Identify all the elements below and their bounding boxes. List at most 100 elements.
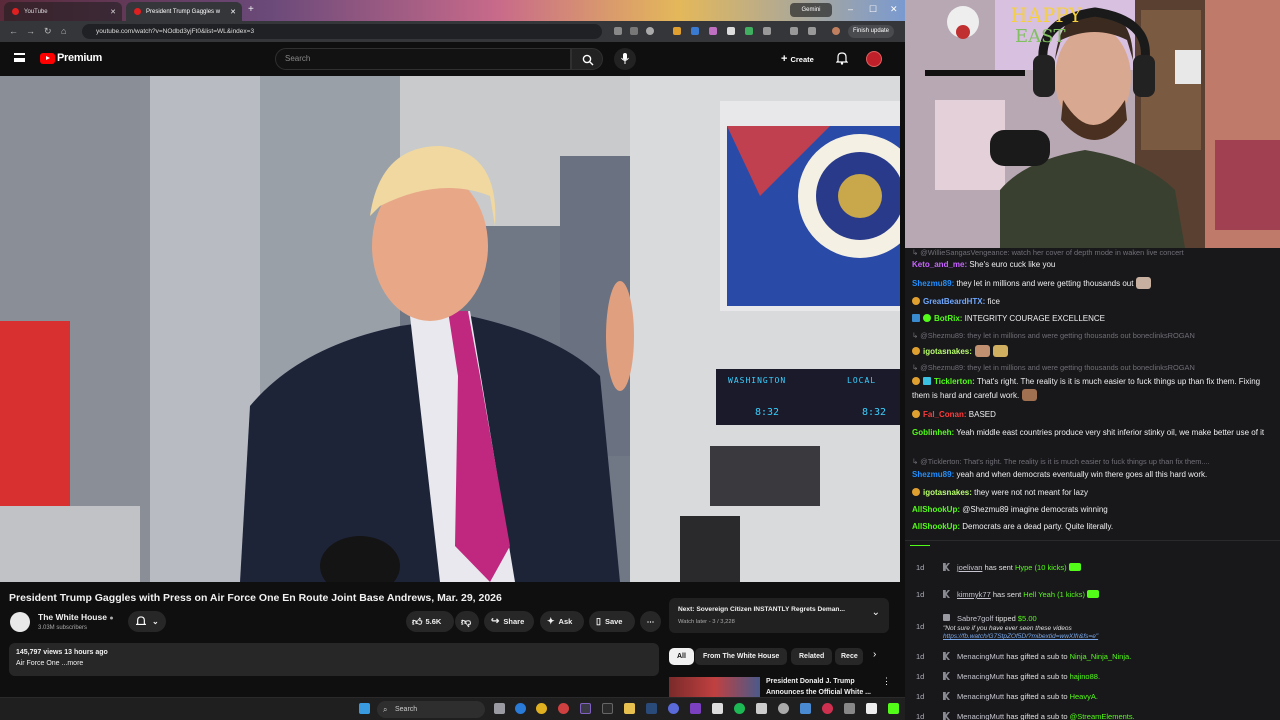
chips-next-chevron-icon[interactable]: › — [873, 649, 876, 660]
plus-icon: + — [781, 53, 788, 65]
chat-username[interactable]: GreatBeardHTX: — [923, 297, 985, 306]
event-age: 1d — [916, 692, 925, 701]
browser-tab-bar: YouTube ✕ President Trump Gaggles w ✕ + … — [0, 0, 905, 21]
voice-search-button[interactable] — [614, 48, 636, 70]
chip-recent[interactable]: Rece — [835, 648, 863, 665]
finish-update-button[interactable]: Finish update — [848, 25, 894, 38]
extension-icon[interactable] — [630, 27, 638, 35]
event-age: 1d — [916, 622, 925, 631]
chat-username[interactable]: Shezmu89: — [912, 279, 954, 288]
app-icon[interactable] — [712, 703, 723, 714]
extension-icon[interactable] — [673, 27, 681, 35]
related-video-title[interactable]: President Donald J. Trump Announces the … — [766, 676, 876, 698]
chat-username[interactable]: Goblinheh: — [912, 428, 954, 437]
tab-close-icon[interactable]: ✕ — [110, 8, 116, 16]
more-actions-button[interactable]: ⋯ — [640, 611, 661, 632]
chrome-icon[interactable] — [536, 703, 547, 714]
youtube-premium-logo[interactable]: Premium — [57, 52, 102, 64]
terminal-icon[interactable] — [602, 703, 613, 714]
chip-from-channel[interactable]: From The White House — [695, 648, 788, 665]
save-button[interactable]: ▯ Save — [589, 611, 635, 632]
home-icon[interactable]: ⌂ — [61, 26, 66, 36]
bookmark-star-icon[interactable] — [646, 27, 654, 35]
badge-icon — [923, 377, 931, 385]
chat-username[interactable]: Fal_Conan: — [923, 410, 967, 419]
app-icon[interactable] — [822, 703, 833, 714]
chat-username[interactable]: igotasnakes: — [923, 488, 972, 497]
search-input[interactable]: Search — [275, 48, 571, 70]
tab-close-icon[interactable]: ✕ — [230, 8, 236, 16]
chat-username[interactable]: AllShookUp: — [912, 505, 960, 514]
forward-icon[interactable]: → — [26, 26, 35, 36]
close-window-icon[interactable]: ✕ — [890, 4, 898, 15]
chat-username[interactable]: igotasnakes: — [923, 347, 972, 356]
task-view-icon[interactable] — [494, 703, 505, 714]
gemini-button[interactable]: Gemini — [790, 3, 832, 17]
reload-icon[interactable]: ↻ — [44, 26, 52, 37]
extension-icon[interactable] — [727, 27, 735, 35]
url-field[interactable]: youtube.com/watch?v=NOdbd3yjFt0&list=WL&… — [82, 24, 602, 39]
chat-username[interactable]: Keto_and_me: — [912, 260, 967, 269]
notifications-bell-icon[interactable] — [836, 52, 848, 65]
view-stats: 145,797 views 13 hours ago — [16, 649, 108, 656]
download-icon[interactable] — [808, 27, 816, 35]
obs-icon[interactable] — [580, 703, 591, 714]
app-icon[interactable] — [800, 703, 811, 714]
video-player[interactable]: WASHINGTON LOCAL 8:32 8:32 — [0, 76, 900, 582]
profile-avatar-icon[interactable] — [832, 27, 840, 35]
steam-icon[interactable] — [646, 703, 657, 714]
chip-all[interactable]: All — [669, 648, 694, 665]
app-icon[interactable] — [844, 703, 855, 714]
app-icon[interactable] — [866, 703, 877, 714]
search-button[interactable] — [571, 48, 603, 70]
maximize-icon[interactable]: ☐ — [869, 4, 877, 15]
taskbar-search[interactable]: ⌕ Search — [377, 701, 485, 718]
ask-button[interactable]: ✦ Ask — [540, 611, 584, 632]
side-panel-icon[interactable] — [790, 27, 798, 35]
extension-icon[interactable] — [709, 27, 717, 35]
share-button[interactable]: ↪ Share — [484, 611, 534, 632]
app-icon[interactable] — [668, 703, 679, 714]
start-windows-icon[interactable] — [359, 703, 370, 714]
chat-username[interactable]: AllShookUp: — [912, 522, 960, 531]
app-icon[interactable] — [756, 703, 767, 714]
gemini-label: Gemini — [801, 7, 821, 13]
account-avatar[interactable] — [866, 51, 882, 67]
channel-avatar[interactable] — [10, 612, 30, 632]
app-icon[interactable] — [558, 703, 569, 714]
chat-reply-context: ↳ @Shezmu89: they let in millions and we… — [912, 363, 1195, 372]
chat-username[interactable]: Ticklerton: — [934, 377, 975, 386]
extension-icon[interactable] — [691, 27, 699, 35]
kick-icon[interactable] — [888, 703, 899, 714]
create-button[interactable]: + Create — [773, 49, 825, 69]
spotify-icon[interactable] — [734, 703, 745, 714]
new-tab-button[interactable]: + — [248, 4, 254, 15]
tab-youtube[interactable]: YouTube ✕ — [4, 2, 122, 21]
minimize-icon[interactable]: – — [848, 4, 853, 14]
description-box[interactable]: 145,797 views 13 hours ago Air Force One… — [9, 643, 659, 676]
related-more-icon[interactable]: ⋮ — [882, 676, 891, 687]
app-icon[interactable] — [690, 703, 701, 714]
dislike-button[interactable]: 👎︎ — [455, 611, 479, 632]
chat-username[interactable]: Shezmu89: — [912, 470, 954, 479]
related-video-thumbnail[interactable] — [669, 677, 760, 697]
channel-name[interactable]: The White House ● — [38, 612, 114, 622]
app-icon[interactable] — [778, 703, 789, 714]
folder-icon[interactable] — [624, 703, 635, 714]
back-icon[interactable]: ← — [9, 26, 18, 36]
youtube-logo-icon[interactable] — [40, 53, 55, 64]
chip-related[interactable]: Related — [791, 648, 833, 665]
tip-link[interactable]: https://fb.watch/G7StpZOf5D/?mibextid=ww… — [943, 633, 1098, 640]
video-overlay-washington: WASHINGTON — [728, 376, 787, 385]
file-explorer-icon[interactable] — [515, 703, 526, 714]
like-button[interactable]: 👍︎ 5.6K — [406, 611, 454, 632]
chevron-down-icon[interactable]: ⌄ — [872, 607, 880, 618]
extension-icon[interactable] — [745, 27, 753, 35]
tab-active-video[interactable]: President Trump Gaggles w ✕ — [126, 2, 242, 21]
extension-icon[interactable] — [614, 27, 622, 35]
subscribed-bell-button[interactable]: ⌄ — [128, 611, 166, 632]
chat-username[interactable]: BotRix: — [934, 314, 962, 323]
playlist-next-box[interactable]: Next: Sovereign Citizen INSTANTLY Regret… — [669, 598, 889, 633]
extensions-puzzle-icon[interactable] — [763, 27, 771, 35]
menu-icon[interactable] — [14, 53, 25, 62]
